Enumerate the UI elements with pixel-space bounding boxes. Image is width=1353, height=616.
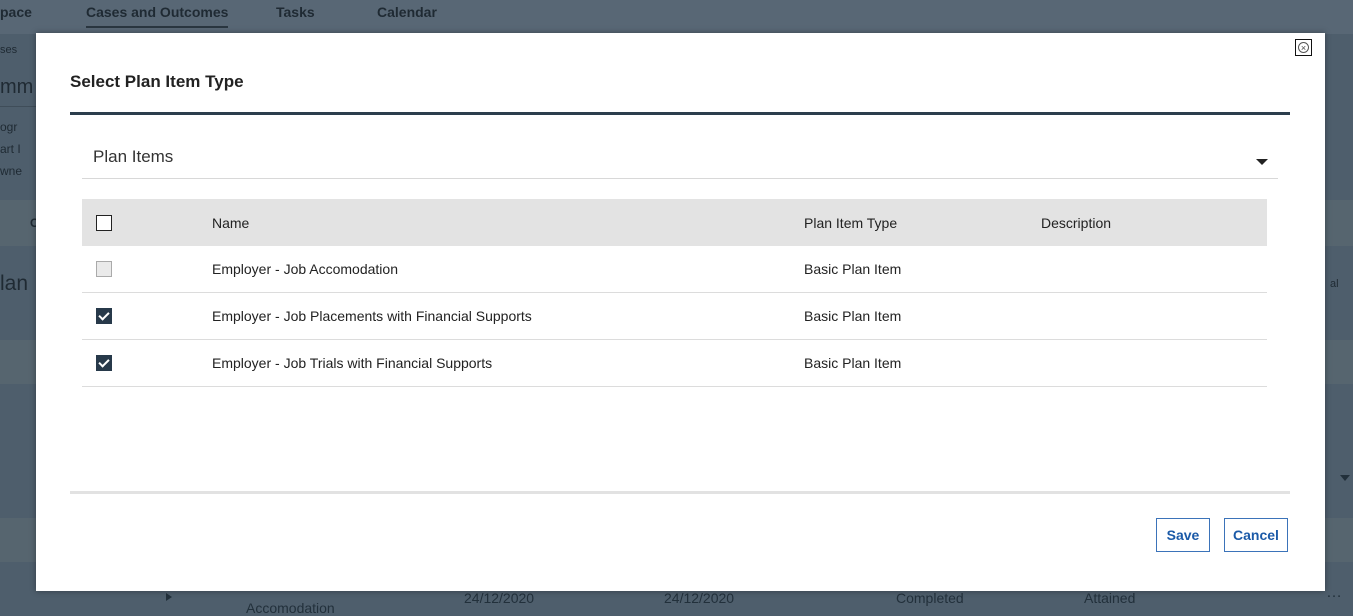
row-checkbox-checked[interactable] [96, 308, 112, 324]
bg-tab-calendar: Calendar [377, 4, 437, 20]
close-icon: × [1298, 42, 1309, 53]
plan-items-table: Name Plan Item Type Description Employer… [82, 199, 1267, 387]
plan-items-dropdown-label[interactable]: Plan Items [93, 147, 173, 167]
dropdown-divider [82, 178, 1278, 179]
column-header-type[interactable]: Plan Item Type [804, 199, 897, 246]
row-type: Basic Plan Item [804, 308, 902, 324]
row-checkbox-checked[interactable] [96, 355, 112, 371]
bg-row-end-date: 24/12/2020 [664, 590, 735, 606]
row-type: Basic Plan Item [804, 261, 902, 277]
bg-row-status: Completed [896, 590, 964, 606]
column-header-name[interactable]: Name [212, 199, 249, 246]
bg-fragment: art I [0, 142, 21, 156]
bg-fragment: ses [0, 44, 18, 56]
table-row[interactable]: Employer - Job Placements with Financial… [82, 293, 1267, 340]
column-header-description[interactable]: Description [1041, 199, 1111, 246]
bg-divider [0, 106, 36, 107]
footer-divider [70, 491, 1290, 494]
bg-fragment: al [1330, 278, 1339, 290]
bg-caret-down-icon [1340, 475, 1350, 481]
save-button[interactable]: Save [1156, 518, 1210, 552]
bg-fragment: lan [0, 272, 29, 295]
bg-fragment: mm [0, 76, 34, 98]
title-divider [70, 112, 1290, 115]
table-row[interactable]: Employer - Job Trials with Financial Sup… [82, 340, 1267, 387]
row-name: Employer - Job Accomodation [212, 261, 398, 277]
cancel-button[interactable]: Cancel [1224, 518, 1288, 552]
row-name: Employer - Job Placements with Financial… [212, 308, 532, 324]
select-all-checkbox[interactable] [96, 214, 112, 231]
bg-tab-workspace: pace [0, 4, 32, 20]
bg-tab-tasks: Tasks [276, 4, 315, 20]
bg-more-icon: … [1326, 584, 1342, 601]
row-name: Employer - Job Trials with Financial Sup… [212, 355, 493, 371]
bg-fragment: wne [0, 164, 23, 178]
background-tab-bar: pace Cases and Outcomes Tasks Calendar [0, 0, 1353, 34]
bg-expand-icon [166, 593, 172, 601]
bg-row-start-date: 24/12/2020 [464, 590, 535, 606]
bg-row-outcome: Attained [1084, 590, 1136, 606]
row-checkbox-disabled [96, 261, 112, 277]
caret-down-icon[interactable] [1256, 159, 1268, 165]
close-dialog-button[interactable]: × [1295, 39, 1312, 56]
row-type: Basic Plan Item [804, 355, 902, 371]
dialog-title: Select Plan Item Type [70, 72, 244, 91]
table-header: Name Plan Item Type Description [82, 199, 1267, 246]
bg-tab-cases-outcomes: Cases and Outcomes [86, 4, 229, 28]
bg-row-name: Accomodation [246, 600, 335, 616]
bg-fragment: ogr [0, 120, 18, 134]
table-row[interactable]: Employer - Job Accomodation Basic Plan I… [82, 246, 1267, 293]
